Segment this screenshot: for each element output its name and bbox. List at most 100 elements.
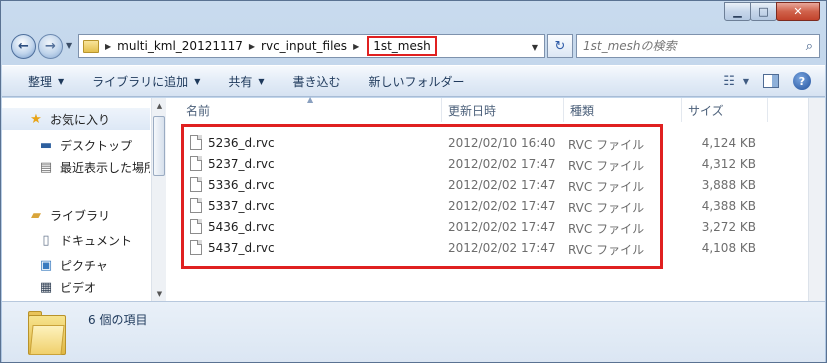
scrollbar-thumb[interactable] — [153, 116, 165, 176]
burn-button[interactable]: 書き込む — [293, 73, 341, 90]
back-arrow-icon: ← — [18, 39, 29, 54]
column-header-label: 種類 — [570, 103, 595, 118]
refresh-button[interactable]: ↻ — [547, 34, 573, 58]
explorer-window: ▁ □ ✕ ← → ▼ ▶ multi_kml_20121117 ▶ rvc_i… — [0, 0, 827, 363]
breadcrumb-current[interactable]: 1st_mesh — [367, 36, 437, 56]
breadcrumb-segment[interactable]: rvc_input_files — [261, 39, 347, 53]
help-icon: ? — [793, 72, 811, 90]
add-to-library-label: ライブラリに追加 — [92, 74, 189, 89]
close-button[interactable]: ✕ — [776, 2, 820, 21]
file-type: RVC ファイル — [568, 138, 645, 152]
libraries-icon: ▰ — [31, 207, 41, 223]
file-list-scrollbar[interactable] — [808, 98, 825, 301]
file-icon — [190, 177, 202, 192]
file-icon — [190, 156, 202, 171]
chevron-right-icon[interactable]: ▶ — [249, 42, 255, 51]
minimize-button[interactable]: ▁ — [724, 2, 751, 21]
sidebar-item-documents[interactable]: ▯ ドキュメント — [2, 229, 132, 251]
sidebar-item-label: ドキュメント — [60, 233, 133, 248]
file-size: 3,272 KB — [701, 220, 756, 234]
file-name: 5336_d.rvc — [208, 178, 275, 192]
file-name: 5436_d.rvc — [208, 220, 275, 234]
recent-pages-dropdown-icon[interactable]: ▼ — [66, 41, 72, 50]
file-row[interactable]: 5337_d.rvc 2012/02/02 17:47 RVC ファイル 4,3… — [186, 196, 756, 217]
column-header-type[interactable]: 種類 — [564, 98, 682, 122]
file-size: 4,388 KB — [701, 199, 756, 213]
sidebar-item-label: ライブラリ — [50, 208, 111, 223]
column-header-label: サイズ — [688, 103, 724, 118]
pictures-icon: ▣ — [39, 257, 53, 273]
maximize-button[interactable]: □ — [750, 2, 777, 21]
desktop-icon: ▬ — [39, 137, 53, 153]
file-row[interactable]: 5336_d.rvc 2012/02/02 17:47 RVC ファイル 3,8… — [186, 175, 756, 196]
file-size: 4,312 KB — [701, 157, 756, 171]
navigation-scrollbar[interactable]: ▲ ▼ — [151, 98, 166, 301]
file-name: 5337_d.rvc — [208, 199, 275, 213]
view-controls: ☷ ▼ ? — [723, 72, 811, 90]
file-row[interactable]: 5436_d.rvc 2012/02/02 17:47 RVC ファイル 3,2… — [186, 217, 756, 238]
refresh-icon: ↻ — [554, 38, 566, 54]
file-modified: 2012/02/10 16:40 — [448, 136, 556, 150]
chevron-right-icon[interactable]: ▶ — [353, 42, 359, 51]
navigation-pane: ★ お気に入り ▬ デスクトップ ▤ 最近表示した場所 ▰ ライブラリ ▯ ドキ… — [2, 98, 150, 301]
new-folder-button[interactable]: 新しいフォルダー — [369, 73, 465, 90]
sidebar-item-videos[interactable]: ▦ ビデオ — [2, 276, 96, 298]
file-name: 5237_d.rvc — [208, 157, 275, 171]
file-type: RVC ファイル — [568, 222, 645, 236]
column-header-label: 更新日時 — [448, 103, 497, 118]
column-header-modified[interactable]: 更新日時 — [442, 98, 564, 122]
sidebar-item-label: 最近表示した場所 — [60, 160, 150, 175]
sidebar-item-label: お気に入り — [50, 112, 111, 127]
add-to-library-menu[interactable]: ライブラリに追加 ▼ — [92, 73, 200, 90]
folder-icon — [28, 311, 66, 355]
forward-button[interactable]: → — [38, 34, 63, 59]
dropdown-arrow-icon: ▼ — [194, 76, 201, 86]
address-bar[interactable]: ▶ multi_kml_20121117 ▶ rvc_input_files ▶… — [78, 34, 545, 58]
file-type: RVC ファイル — [568, 180, 645, 194]
scroll-up-icon[interactable]: ▲ — [152, 98, 167, 113]
search-icon[interactable]: ⌕ — [806, 39, 813, 54]
content-area: ★ お気に入り ▬ デスクトップ ▤ 最近表示した場所 ▰ ライブラリ ▯ ドキ… — [2, 95, 825, 301]
sidebar-item-label: デスクトップ — [60, 138, 133, 153]
file-size: 3,888 KB — [701, 178, 756, 192]
details-pane: 6 個の項目 — [2, 301, 825, 362]
sidebar-item-favorites[interactable]: ★ お気に入り — [2, 108, 150, 130]
sidebar-item-pictures[interactable]: ▣ ピクチャ — [2, 254, 108, 276]
back-button[interactable]: ← — [11, 34, 36, 59]
address-dropdown-icon[interactable]: ▼ — [532, 43, 538, 52]
file-name: 5437_d.rvc — [208, 241, 275, 255]
sidebar-item-recent[interactable]: ▤ 最近表示した場所 — [2, 156, 150, 178]
sidebar-item-label: ピクチャ — [60, 258, 108, 273]
chevron-right-icon[interactable]: ▶ — [105, 42, 111, 51]
command-bar: 整理 ▼ ライブラリに追加 ▼ 共有 ▼ 書き込む 新しいフォルダー ☷ ▼ ? — [2, 65, 825, 97]
folder-icon — [83, 39, 99, 53]
column-header-label: 名前 — [186, 103, 211, 118]
dropdown-arrow-icon: ▼ — [58, 76, 65, 86]
organize-menu[interactable]: 整理 ▼ — [28, 73, 64, 90]
file-row[interactable]: 5237_d.rvc 2012/02/02 17:47 RVC ファイル 4,3… — [186, 154, 756, 175]
dropdown-arrow-icon: ▼ — [258, 76, 265, 86]
organize-label: 整理 — [28, 74, 53, 89]
column-header-name[interactable]: 名前 — [180, 98, 442, 122]
file-row[interactable]: 5437_d.rvc 2012/02/02 17:47 RVC ファイル 4,1… — [186, 238, 756, 259]
sidebar-item-desktop[interactable]: ▬ デスクトップ — [2, 134, 132, 156]
share-menu[interactable]: 共有 ▼ — [228, 73, 264, 90]
recent-places-icon: ▤ — [39, 159, 53, 175]
sidebar-item-libraries[interactable]: ▰ ライブラリ — [2, 204, 110, 226]
search-input[interactable] — [583, 39, 783, 53]
change-view-button[interactable]: ☷ ▼ — [723, 74, 749, 89]
column-header-size[interactable]: サイズ — [682, 98, 768, 122]
breadcrumb-segment[interactable]: multi_kml_20121117 — [117, 39, 243, 53]
file-type: RVC ファイル — [568, 243, 645, 257]
help-button[interactable]: ? — [793, 72, 811, 90]
file-row[interactable]: 5236_d.rvc 2012/02/10 16:40 RVC ファイル 4,1… — [186, 133, 756, 154]
share-label: 共有 — [228, 74, 253, 89]
file-modified: 2012/02/02 17:47 — [448, 199, 556, 213]
sidebar-item-label: ビデオ — [60, 280, 97, 295]
file-name: 5236_d.rvc — [208, 136, 275, 150]
scroll-down-icon[interactable]: ▼ — [152, 286, 167, 301]
forward-arrow-icon: → — [45, 39, 56, 54]
search-box[interactable]: ⌕ — [576, 34, 820, 58]
preview-pane-button[interactable] — [763, 74, 779, 88]
file-icon — [190, 240, 202, 255]
